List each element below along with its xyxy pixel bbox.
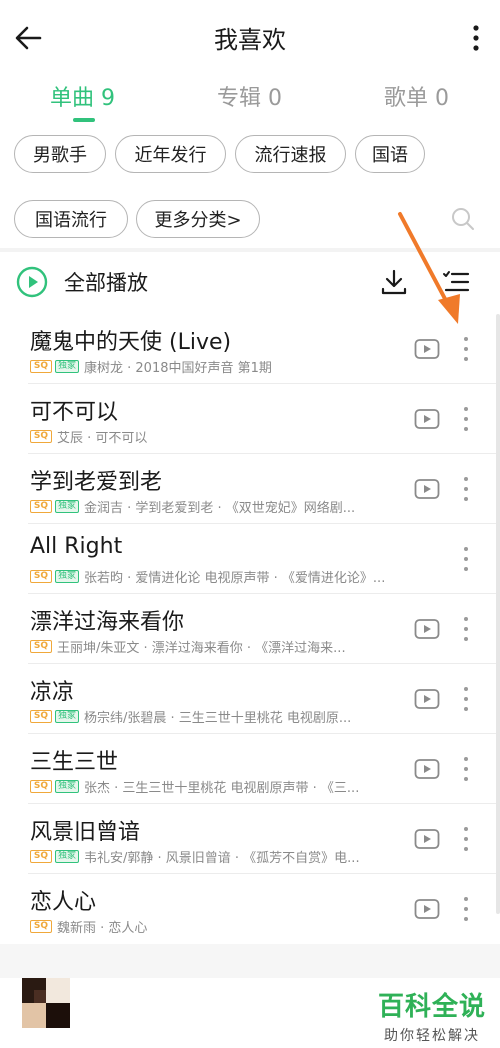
song-title: 可不可以 xyxy=(30,400,119,425)
album-art-thumbnail[interactable] xyxy=(22,978,70,1028)
song-artist-album: 魏新雨 · 恋人心 xyxy=(57,920,148,936)
page-title: 我喜欢 xyxy=(214,26,286,54)
song-more-icon[interactable] xyxy=(460,404,472,434)
sq-badge: SQ xyxy=(30,779,52,793)
song-row[interactable]: 学到老爱到老 SQ 独家 金润吉 · 学到老爱到老 · 《双世宠妃》网络剧... xyxy=(0,454,500,524)
song-row[interactable]: 漂洋过海来看你 SQ 王丽坤/朱亚文 · 漂洋过海来看你 · 《漂洋过海来... xyxy=(0,594,500,664)
mv-play-icon[interactable] xyxy=(414,408,440,430)
song-artist-album: 韦礼安/郭静 · 风景旧曾谙 · 《孤芳不自赏》电... xyxy=(84,850,360,866)
filter-chips: 男歌手 近年发行 流行速报 国语 国语流行 更多分类> xyxy=(0,124,500,250)
song-artist-album: 艾辰 · 可不可以 xyxy=(57,430,148,446)
sq-badge: SQ xyxy=(30,359,52,373)
song-title: 风景旧曾谙 xyxy=(30,820,141,845)
bottom-spacer xyxy=(0,944,500,978)
mv-play-icon[interactable] xyxy=(414,828,440,850)
exclusive-badge: 独家 xyxy=(55,709,79,723)
sq-badge: SQ xyxy=(30,639,52,653)
sq-badge: SQ xyxy=(30,499,52,513)
song-row[interactable]: 魔鬼中的天使 (Live) SQ 独家 康树龙 · 2018中国好声音 第1期 xyxy=(0,314,500,384)
song-meta: SQ 独家 张若昀 · 爱情进化论 电视原声带 · 《爱情进化论》... xyxy=(30,568,386,586)
download-icon[interactable] xyxy=(380,268,408,296)
watermark-subtitle: 助你轻松解决 xyxy=(383,1028,480,1044)
song-more-icon[interactable] xyxy=(460,474,472,504)
mv-play-icon[interactable] xyxy=(414,478,440,500)
song-title: 学到老爱到老 xyxy=(30,470,163,495)
song-more-icon[interactable] xyxy=(460,614,472,644)
sq-badge: SQ xyxy=(30,919,52,933)
song-more-icon[interactable] xyxy=(460,754,472,784)
song-more-icon[interactable] xyxy=(460,894,472,924)
mv-play-icon[interactable] xyxy=(414,618,440,640)
exclusive-badge: 独家 xyxy=(55,359,79,373)
chip-pop-news[interactable]: 流行速报 xyxy=(235,135,346,173)
chip-more-categories[interactable]: 更多分类> xyxy=(136,200,260,238)
sq-badge: SQ xyxy=(30,569,52,583)
song-artist-album: 杨宗纬/张碧晨 · 三生三世十里桃花 电视剧原... xyxy=(84,710,352,726)
chip-mandarin[interactable]: 国语 xyxy=(355,135,425,173)
song-title: 凉凉 xyxy=(30,680,75,705)
song-artist-album: 王丽坤/朱亚文 · 漂洋过海来看你 · 《漂洋过海来... xyxy=(57,640,346,656)
song-artist-album: 张杰 · 三生三世十里桃花 电视剧原声带 · 《三... xyxy=(84,780,360,796)
watermark-title: 百科全说 xyxy=(377,992,486,1022)
exclusive-badge: 独家 xyxy=(55,499,79,513)
tab-active-indicator xyxy=(73,118,95,122)
song-row[interactable]: 凉凉 SQ 独家 杨宗纬/张碧晨 · 三生三世十里桃花 电视剧原... xyxy=(0,664,500,734)
song-meta: SQ 独家 康树龙 · 2018中国好声音 第1期 xyxy=(30,358,272,376)
vertical-dots-icon[interactable] xyxy=(466,22,486,54)
song-row[interactable]: 可不可以 SQ 艾辰 · 可不可以 xyxy=(0,384,500,454)
mv-play-icon[interactable] xyxy=(414,338,440,360)
song-title: 漂洋过海来看你 xyxy=(30,610,185,635)
song-title: 三生三世 xyxy=(30,750,119,775)
tab-songs[interactable]: 单曲 9 xyxy=(50,80,115,112)
song-title: 恋人心 xyxy=(30,890,97,915)
exclusive-badge: 独家 xyxy=(55,779,79,793)
song-title: 魔鬼中的天使 (Live) xyxy=(30,330,232,355)
mv-play-icon[interactable] xyxy=(414,688,440,710)
mv-play-icon[interactable] xyxy=(414,898,440,920)
song-more-icon[interactable] xyxy=(460,824,472,854)
song-row[interactable]: 三生三世 SQ 独家 张杰 · 三生三世十里桃花 电视剧原声带 · 《三... xyxy=(0,734,500,804)
exclusive-badge: 独家 xyxy=(55,849,79,863)
list-menu-icon[interactable] xyxy=(442,268,470,296)
song-artist-album: 金润吉 · 学到老爱到老 · 《双世宠妃》网络剧... xyxy=(84,500,356,516)
search-icon[interactable] xyxy=(450,206,476,232)
watermark-logo: 百科全说 助你轻松解决 xyxy=(378,986,486,1045)
song-more-icon[interactable] xyxy=(460,544,472,574)
play-all-button[interactable]: 全部播放 xyxy=(64,267,148,297)
mv-play-icon[interactable] xyxy=(414,758,440,780)
song-more-icon[interactable] xyxy=(460,684,472,714)
tab-albums[interactable]: 专辑 0 xyxy=(217,80,282,112)
tab-bar: 单曲 9 专辑 0 歌单 0 xyxy=(0,76,500,124)
play-circle-icon[interactable] xyxy=(16,266,48,298)
song-meta: SQ 独家 金润吉 · 学到老爱到老 · 《双世宠妃》网络剧... xyxy=(30,498,356,516)
sq-badge: SQ xyxy=(30,849,52,863)
chip-recent-release[interactable]: 近年发行 xyxy=(115,135,226,173)
song-meta: SQ 独家 杨宗纬/张碧晨 · 三生三世十里桃花 电视剧原... xyxy=(30,708,352,726)
song-title: All Right xyxy=(30,534,123,559)
song-meta: SQ 独家 韦礼安/郭静 · 风景旧曾谙 · 《孤芳不自赏》电... xyxy=(30,848,360,866)
tab-playlists[interactable]: 歌单 0 xyxy=(384,80,449,112)
song-row[interactable]: 风景旧曾谙 SQ 独家 韦礼安/郭静 · 风景旧曾谙 · 《孤芳不自赏》电... xyxy=(0,804,500,874)
song-meta: SQ 魏新雨 · 恋人心 xyxy=(30,918,148,936)
song-artist-album: 康树龙 · 2018中国好声音 第1期 xyxy=(84,360,272,376)
song-meta: SQ 艾辰 · 可不可以 xyxy=(30,428,148,446)
chip-male-singer[interactable]: 男歌手 xyxy=(14,135,106,173)
sq-badge: SQ xyxy=(30,429,52,443)
play-all-bar: 全部播放 xyxy=(0,252,500,314)
song-row[interactable]: All Right SQ 独家 张若昀 · 爱情进化论 电视原声带 · 《爱情进… xyxy=(0,524,500,594)
chip-mandarin-pop[interactable]: 国语流行 xyxy=(14,200,128,238)
top-bar: 我喜欢 xyxy=(0,0,500,76)
song-more-icon[interactable] xyxy=(460,334,472,364)
song-row[interactable]: 恋人心 SQ 魏新雨 · 恋人心 xyxy=(0,874,500,944)
scrollbar[interactable] xyxy=(496,314,500,914)
song-artist-album: 张若昀 · 爱情进化论 电视原声带 · 《爱情进化论》... xyxy=(84,570,386,586)
song-meta: SQ 王丽坤/朱亚文 · 漂洋过海来看你 · 《漂洋过海来... xyxy=(30,638,346,656)
exclusive-badge: 独家 xyxy=(55,569,79,583)
song-meta: SQ 独家 张杰 · 三生三世十里桃花 电视剧原声带 · 《三... xyxy=(30,778,360,796)
sq-badge: SQ xyxy=(30,709,52,723)
